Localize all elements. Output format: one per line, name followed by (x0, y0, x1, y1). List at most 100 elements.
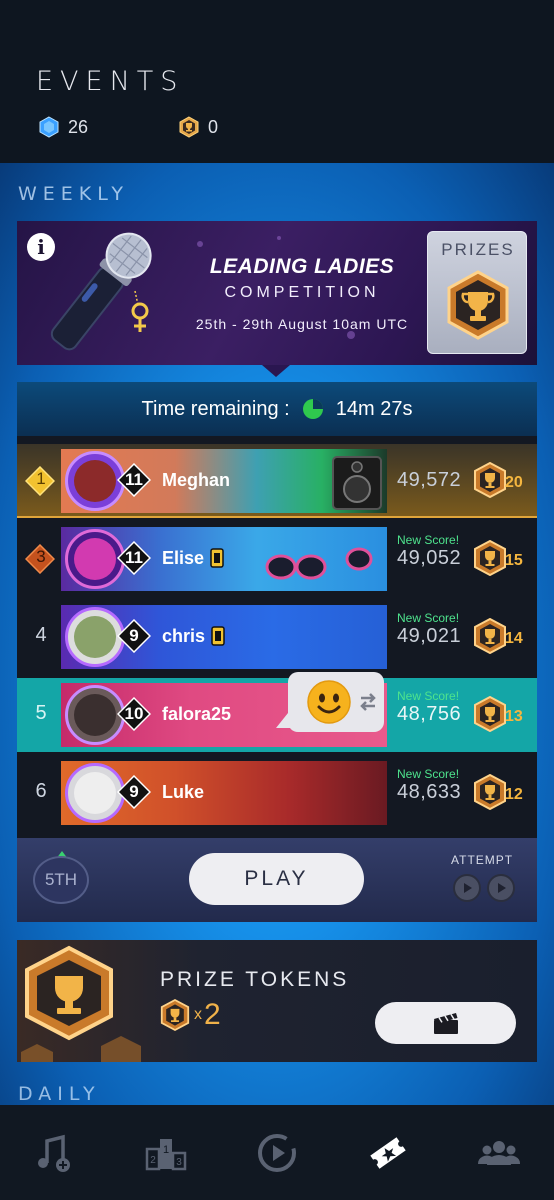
nav-events[interactable] (332, 1105, 443, 1200)
new-score-label: New Score! (397, 533, 460, 547)
events-content[interactable]: WEEKLY i LEADING LADIES COMPETITION 25th… (0, 163, 554, 1105)
sunglasses-icon (265, 547, 373, 580)
reward-amount: 12 (505, 786, 523, 803)
ticket-star-icon (370, 1136, 406, 1169)
leaderboard-row[interactable]: 4 9 chris New Score! 49,021 14 (17, 600, 537, 674)
reward-amount: 14 (505, 630, 523, 647)
info-icon[interactable]: i (27, 233, 55, 261)
avatar (65, 763, 125, 823)
trophy-coin-icon (474, 462, 506, 498)
swap-arrows-icon[interactable] (358, 691, 378, 713)
player-score: 49,021 (397, 625, 462, 647)
trophy-coin-icon (474, 540, 506, 576)
nav-play[interactable] (222, 1105, 333, 1200)
prize-tokens-title: PRIZE TOKENS (160, 968, 350, 991)
leaderboard-row[interactable]: 1 11 Meghan 49,572 20 (17, 444, 537, 518)
trophy-count: 0 (208, 116, 219, 137)
svg-text:2: 2 (150, 1155, 156, 1166)
daily-section-label: DAILY (18, 1083, 101, 1105)
trophy-coin-stack-icon (21, 945, 141, 1062)
new-score-label: New Score! (397, 767, 460, 781)
watch-video-button[interactable] (375, 1002, 516, 1044)
emoji-reaction-bubble[interactable] (276, 672, 384, 732)
player-score: 49,572 (397, 469, 462, 491)
player-name: falora25 (162, 704, 232, 724)
player-name: chris (162, 626, 206, 646)
prizes-label: PRIZES (441, 240, 515, 259)
token-count: 2 (204, 998, 221, 1031)
trophy-coin-icon (160, 999, 190, 1031)
event-dates: 25th - 29th August 10am UTC (195, 316, 409, 332)
event-title: LEADING LADIES (209, 255, 395, 278)
events-header: EVENTS 26 0 (0, 0, 554, 163)
player-name: Meghan (162, 470, 231, 490)
time-remaining-value: 14m 27s (335, 397, 413, 420)
svg-text:3: 3 (176, 1157, 182, 1168)
prize-tokens-panel[interactable]: PRIZE TOKENS x 2 (17, 940, 537, 1062)
reward: 12 (473, 774, 533, 814)
avatar (65, 451, 125, 511)
trophy-coin-icon (179, 116, 199, 138)
trophy-coin-icon (474, 696, 506, 732)
time-remaining-row: Time remaining : 14m 27s (17, 382, 537, 436)
player-score: 49,052 (397, 547, 462, 569)
event-subtitle: COMPETITION (224, 284, 380, 301)
player-level: 10 (124, 704, 144, 723)
gem-icon (39, 116, 59, 138)
trophy-coin-icon (474, 618, 506, 654)
leaderboard-panel: Time remaining : 14m 27s 1 11 Meghan 49,… (17, 382, 537, 922)
avatar (65, 529, 125, 589)
weekly-section-label: WEEKLY (18, 183, 129, 205)
vip-card-icon (211, 626, 225, 646)
rank-number: 4 (35, 624, 47, 646)
rank-number: 5 (35, 702, 47, 724)
gem-balance[interactable]: 26 (38, 116, 88, 138)
nav-music[interactable] (0, 1105, 111, 1200)
leaderboard-podium-icon: 1 2 3 (145, 1138, 187, 1170)
rank-number: 6 (35, 780, 47, 802)
svg-text:1: 1 (163, 1144, 169, 1156)
attempt-play-icon (453, 874, 481, 902)
event-banner[interactable]: i LEADING LADIES COMPETITION 25th - 29th… (17, 221, 537, 365)
speaker-icon (332, 456, 382, 510)
leaderboard-action-bar: 5TH PLAY ATTEMPT (17, 838, 537, 922)
clapperboard-icon (433, 1013, 458, 1034)
player-level: 11 (125, 548, 143, 567)
avatar (65, 607, 125, 667)
player-card[interactable]: 9 chris (61, 605, 387, 669)
player-level: 9 (129, 626, 139, 645)
player-score: 48,633 (397, 781, 462, 803)
trophy-coin-icon (474, 774, 506, 810)
reward: 14 (473, 618, 533, 658)
player-level: 11 (125, 470, 143, 489)
nav-leaderboard[interactable]: 1 2 3 (111, 1105, 222, 1200)
player-level: 9 (129, 782, 139, 801)
bubble-tail (276, 708, 292, 728)
nav-friends[interactable] (443, 1105, 554, 1200)
friends-icon (477, 1140, 520, 1165)
rank-number: 1 (36, 469, 46, 488)
player-score: 48,756 (397, 703, 462, 725)
leaderboard-row[interactable]: 6 9 Luke New Score! 48,633 12 (17, 756, 537, 830)
player-name: Elise (162, 548, 205, 568)
rank-number: 3 (36, 547, 46, 566)
bottom-navigation: 1 2 3 (0, 1105, 554, 1200)
prizes-button[interactable]: PRIZES (427, 231, 527, 354)
new-score-label: New Score! (397, 611, 460, 625)
reward-amount: 13 (505, 708, 523, 725)
player-card[interactable]: 11 Elise (61, 527, 387, 591)
prize-tokens-count: x 2 (160, 998, 221, 1032)
reward-amount: 15 (505, 552, 523, 569)
play-circle-icon (257, 1133, 296, 1172)
multiplier-sign: x (194, 1006, 202, 1023)
time-remaining-label: Time remaining : (141, 397, 290, 420)
current-place-badge[interactable]: 5TH (33, 856, 89, 904)
player-name: Luke (162, 782, 205, 802)
attempt-play-icon (487, 874, 515, 902)
trophy-balance[interactable]: 0 (178, 116, 218, 138)
page-title: EVENTS (36, 66, 185, 97)
player-card[interactable]: 9 Luke (61, 761, 387, 825)
leaderboard-row[interactable]: 3 11 Elise New Score! 49,052 15 (17, 522, 537, 596)
player-card[interactable]: 11 Meghan (61, 449, 387, 513)
play-button[interactable]: PLAY (189, 853, 364, 905)
